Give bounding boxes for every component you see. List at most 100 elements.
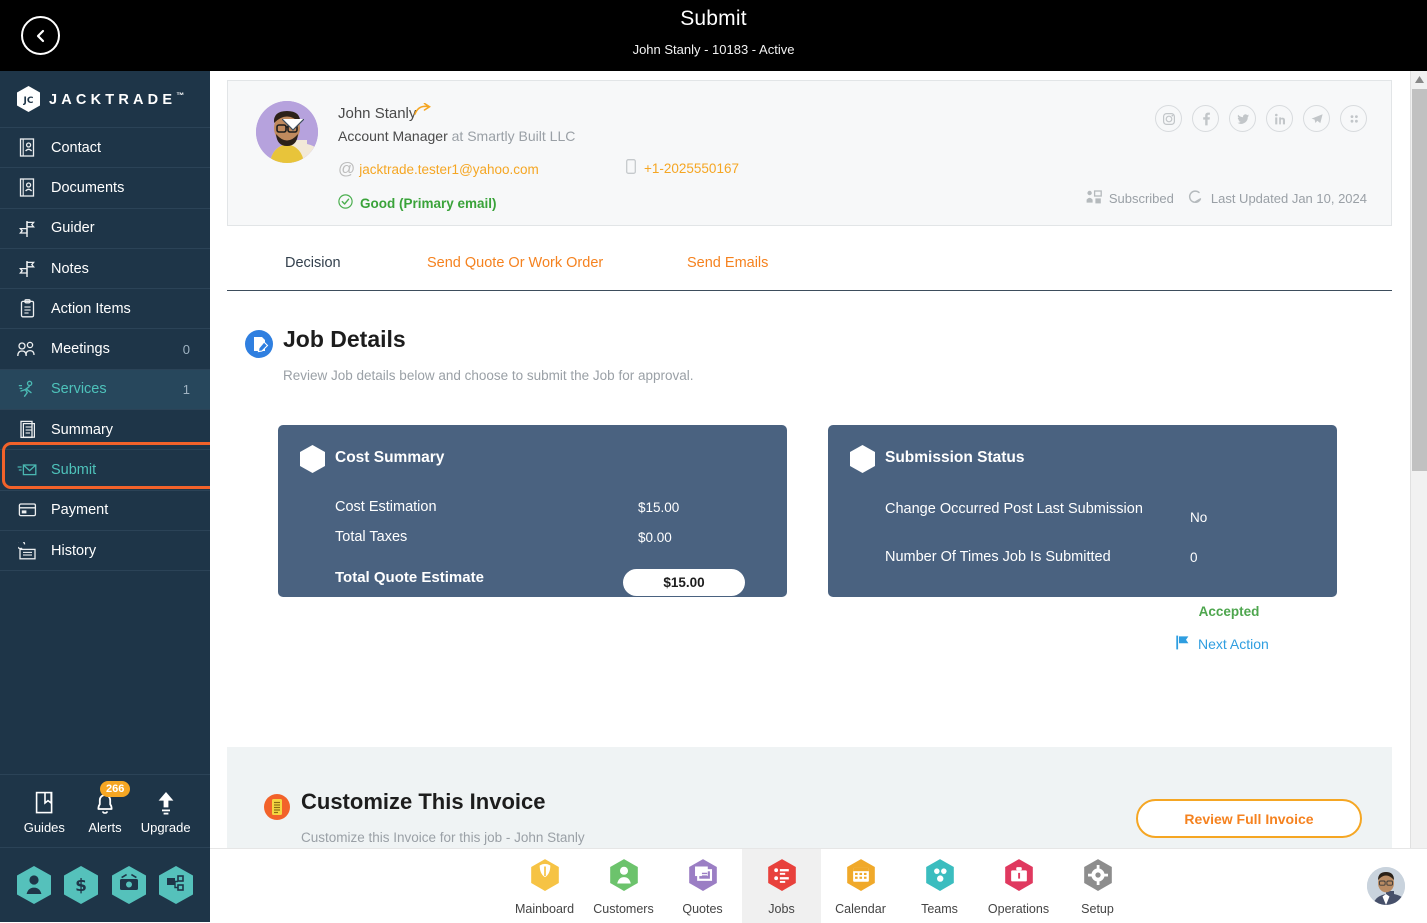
email-status-badge: Good (Primary email) — [338, 194, 497, 212]
profile-avatar[interactable] — [1367, 867, 1405, 905]
alerts-badge: 266 — [100, 781, 130, 797]
jacktrade-hex-icon: JC — [17, 86, 40, 112]
bottom-nav-teams[interactable]: Teams — [900, 849, 979, 923]
sidebar-tool-guides[interactable]: Guides — [15, 788, 73, 835]
tab-send-quote-or-work-order[interactable]: Send Quote Or Work Order — [427, 255, 603, 271]
bottom-nav-label: Customers — [593, 902, 653, 916]
sidebar-item-submit[interactable]: Submit — [0, 450, 210, 490]
sidebar-item-label: Action Items — [51, 301, 190, 317]
total-quote-estimate-value[interactable]: $15.00 — [623, 569, 745, 596]
next-action-label: Next Action — [1198, 636, 1269, 652]
contact-summary-card: John Stanly Account Manager at Smartly B… — [227, 80, 1392, 226]
main-scrollbar[interactable] — [1410, 71, 1427, 851]
hexagon-icon — [850, 445, 875, 473]
contact-card-icon — [17, 138, 37, 158]
job-status-label: Job Status — [885, 605, 962, 622]
contact-company: Smartly Built LLC — [467, 128, 575, 144]
bottom-nav-jobs[interactable]: Jobs — [742, 849, 821, 923]
linkedin-icon[interactable] — [1266, 105, 1293, 132]
sidebar-item-count: 1 — [183, 382, 210, 397]
bottom-nav-mainboard[interactable]: Mainboard — [505, 849, 584, 923]
sidebar-item-documents[interactable]: Documents — [0, 168, 210, 208]
sidebar-item-summary[interactable]: Summary — [0, 410, 210, 450]
bottom-navigation-bar: Mainboard Customers Quotes Jobs CalendarTeam… — [210, 848, 1427, 922]
total-taxes-value: $0.00 — [638, 530, 672, 545]
bottom-nav-label: Quotes — [682, 902, 722, 916]
instagram-icon[interactable] — [1155, 105, 1182, 132]
sidebar-tool-alerts[interactable]: 266Alerts — [76, 788, 134, 835]
sidebar-item-guider[interactable]: Guider — [0, 209, 210, 249]
sidebar-item-action-items[interactable]: Action Items — [0, 289, 210, 329]
page-subtitle: John Stanly - 10183 - Active — [0, 42, 1427, 57]
tab-send-emails[interactable]: Send Emails — [687, 255, 768, 271]
card-icon — [17, 500, 37, 520]
job-details-subtitle: Review Job details below and choose to s… — [283, 368, 693, 383]
workflow-hex-icon[interactable] — [159, 866, 193, 904]
setup-gear-icon — [1081, 856, 1115, 899]
customize-invoice-section: Customize This Invoice Customize this In… — [227, 747, 1392, 851]
sidebar-item-contact[interactable]: Contact — [0, 128, 210, 168]
sidebar-item-label: Guider — [51, 220, 190, 236]
sidebar-item-payment[interactable]: Payment — [0, 491, 210, 531]
teams-icon — [923, 856, 957, 899]
job-status-badge[interactable]: Accepted — [1170, 598, 1288, 625]
next-action-link[interactable]: Next Action — [1176, 635, 1269, 653]
subscribed-label: Subscribed — [1109, 191, 1174, 206]
brand-logo[interactable]: JC JACKTRADE™ — [0, 71, 210, 128]
sidebar-item-meetings[interactable]: Meetings0 — [0, 329, 210, 369]
operations-icon — [1002, 856, 1036, 899]
tab-bar: Decision Send Quote Or Work Order Send Ema… — [227, 243, 1392, 291]
caret-up-icon[interactable] — [1411, 71, 1427, 88]
total-quote-estimate-label: Total Quote Estimate — [335, 569, 484, 586]
history-icon — [17, 541, 37, 561]
sidebar-item-services[interactable]: Services1 — [0, 370, 210, 410]
bottom-nav-quotes[interactable]: Quotes — [663, 849, 742, 923]
share-arrow-icon[interactable] — [414, 103, 432, 122]
scrollbar-thumb[interactable] — [1412, 89, 1427, 471]
sidebar-item-label: Payment — [51, 502, 190, 518]
submit-mail-icon — [17, 460, 37, 480]
telegram-icon[interactable] — [1303, 105, 1330, 132]
job-details-title: Job Details — [283, 326, 406, 353]
sidebar: JC JACKTRADE™ Contact Documents Guider Note… — [0, 71, 210, 922]
quotes-icon — [686, 856, 720, 899]
submission-status-title: Submission Status — [885, 449, 1025, 467]
cost-estimation-label: Cost Estimation — [335, 499, 437, 515]
contact-role: Account Manager at Smartly Built LLC — [338, 128, 575, 144]
sidebar-item-history[interactable]: History — [0, 531, 210, 571]
at-icon: @ — [338, 159, 355, 179]
active-tab-caret-icon — [282, 118, 304, 130]
social-links — [1155, 105, 1367, 132]
sidebar-tool-label: Upgrade — [141, 820, 191, 835]
brand-tm: ™ — [176, 91, 184, 100]
payment-hex-icon[interactable] — [112, 866, 146, 904]
contact-email[interactable]: @ jacktrade.tester1@yahoo.com — [338, 159, 539, 179]
role-connector: at — [448, 128, 467, 144]
avatar — [256, 101, 318, 163]
service-runner-icon — [17, 379, 37, 399]
bottom-nav-label: Operations — [988, 902, 1049, 916]
subscribed-icon — [1086, 190, 1102, 207]
refresh-icon — [1187, 189, 1204, 208]
apps-grid-icon[interactable] — [1340, 105, 1367, 132]
sidebar-item-label: Contact — [51, 140, 190, 156]
sidebar-item-notes[interactable]: Notes — [0, 249, 210, 289]
tab-decision[interactable]: Decision — [285, 255, 341, 271]
last-updated-label: Last Updated Jan 10, 2024 — [1211, 191, 1367, 206]
person-hex-icon[interactable] — [17, 866, 51, 904]
bottom-nav-customers[interactable]: Customers — [584, 849, 663, 923]
dollar-hex-icon[interactable]: $ — [64, 866, 98, 904]
bottom-nav-label: Jobs — [768, 902, 794, 916]
times-submitted-label: Number Of Times Job Is Submitted — [885, 549, 1111, 565]
bottom-nav-operations[interactable]: Operations — [979, 849, 1058, 923]
twitter-icon[interactable] — [1229, 105, 1256, 132]
contact-phone-text: +1-2025550167 — [644, 161, 739, 176]
bottom-nav-setup[interactable]: Setup — [1058, 849, 1137, 923]
facebook-icon[interactable] — [1192, 105, 1219, 132]
contact-phone[interactable]: +1-2025550167 — [626, 159, 739, 177]
review-full-invoice-button[interactable]: Review Full Invoice — [1136, 799, 1362, 838]
sidebar-tool-upgrade[interactable]: Upgrade — [137, 788, 195, 835]
change-occurred-label: Change Occurred Post Last Submission — [885, 499, 1145, 519]
bottom-nav-calendar[interactable]: Calendar — [821, 849, 900, 923]
sidebar-item-label: History — [51, 543, 190, 559]
